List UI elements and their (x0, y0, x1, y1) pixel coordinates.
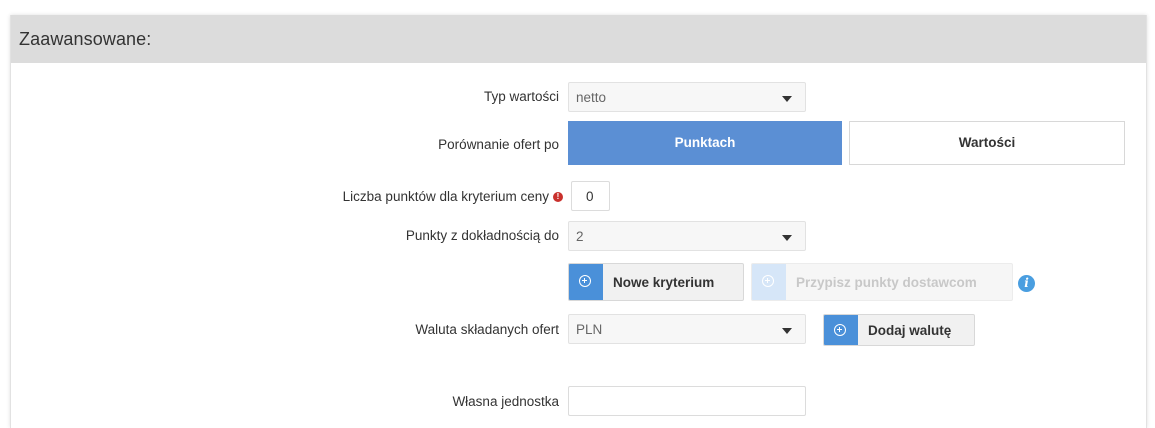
chevron-down-icon (782, 328, 792, 334)
currency-selected: PLN (576, 322, 603, 337)
price-points-value: 0 (586, 189, 594, 204)
new-criterion-button[interactable]: Nowe kryterium (568, 263, 744, 301)
precision-select[interactable]: 2 (568, 221, 806, 251)
value-type-label: Typ wartości (483, 89, 559, 104)
info-icon[interactable]: i (1018, 275, 1035, 292)
add-currency-button[interactable]: Dodaj walutę (823, 314, 975, 346)
currency-select[interactable]: PLN (568, 314, 806, 344)
top-strip (0, 0, 1155, 15)
panel-header: Zaawansowane: (11, 15, 1146, 63)
chevron-down-icon (782, 235, 792, 241)
price-points-label: Liczba punktów dla kryterium ceny (342, 189, 549, 204)
currency-label: Waluta składanych ofert (415, 322, 559, 337)
plus-circle-icon (824, 315, 858, 345)
comparison-option-value[interactable]: Wartości (849, 121, 1125, 165)
plus-circle-icon (569, 264, 603, 300)
warning-icon: ! (553, 192, 563, 202)
price-points-input[interactable]: 0 (571, 181, 610, 211)
assign-points-button[interactable]: Przypisz punkty dostawcom (751, 263, 1013, 301)
comparison-option-points[interactable]: Punktach (568, 121, 842, 165)
plus-circle-icon (752, 264, 786, 300)
assign-points-label: Przypisz punkty dostawcom (796, 275, 977, 290)
panel-title: Zaawansowane: (19, 29, 152, 49)
new-criterion-label: Nowe kryterium (613, 275, 715, 290)
value-type-selected: netto (576, 90, 607, 105)
add-currency-label: Dodaj walutę (868, 323, 952, 338)
custom-unit-input[interactable] (568, 386, 806, 416)
precision-selected: 2 (576, 229, 584, 244)
value-type-select[interactable]: netto (568, 82, 806, 112)
custom-unit-label: Własna jednostka (452, 394, 559, 409)
chevron-down-icon (782, 96, 792, 102)
precision-label: Punkty z dokładnością do (405, 228, 559, 243)
comparison-label: Porównanie ofert po (438, 137, 559, 152)
